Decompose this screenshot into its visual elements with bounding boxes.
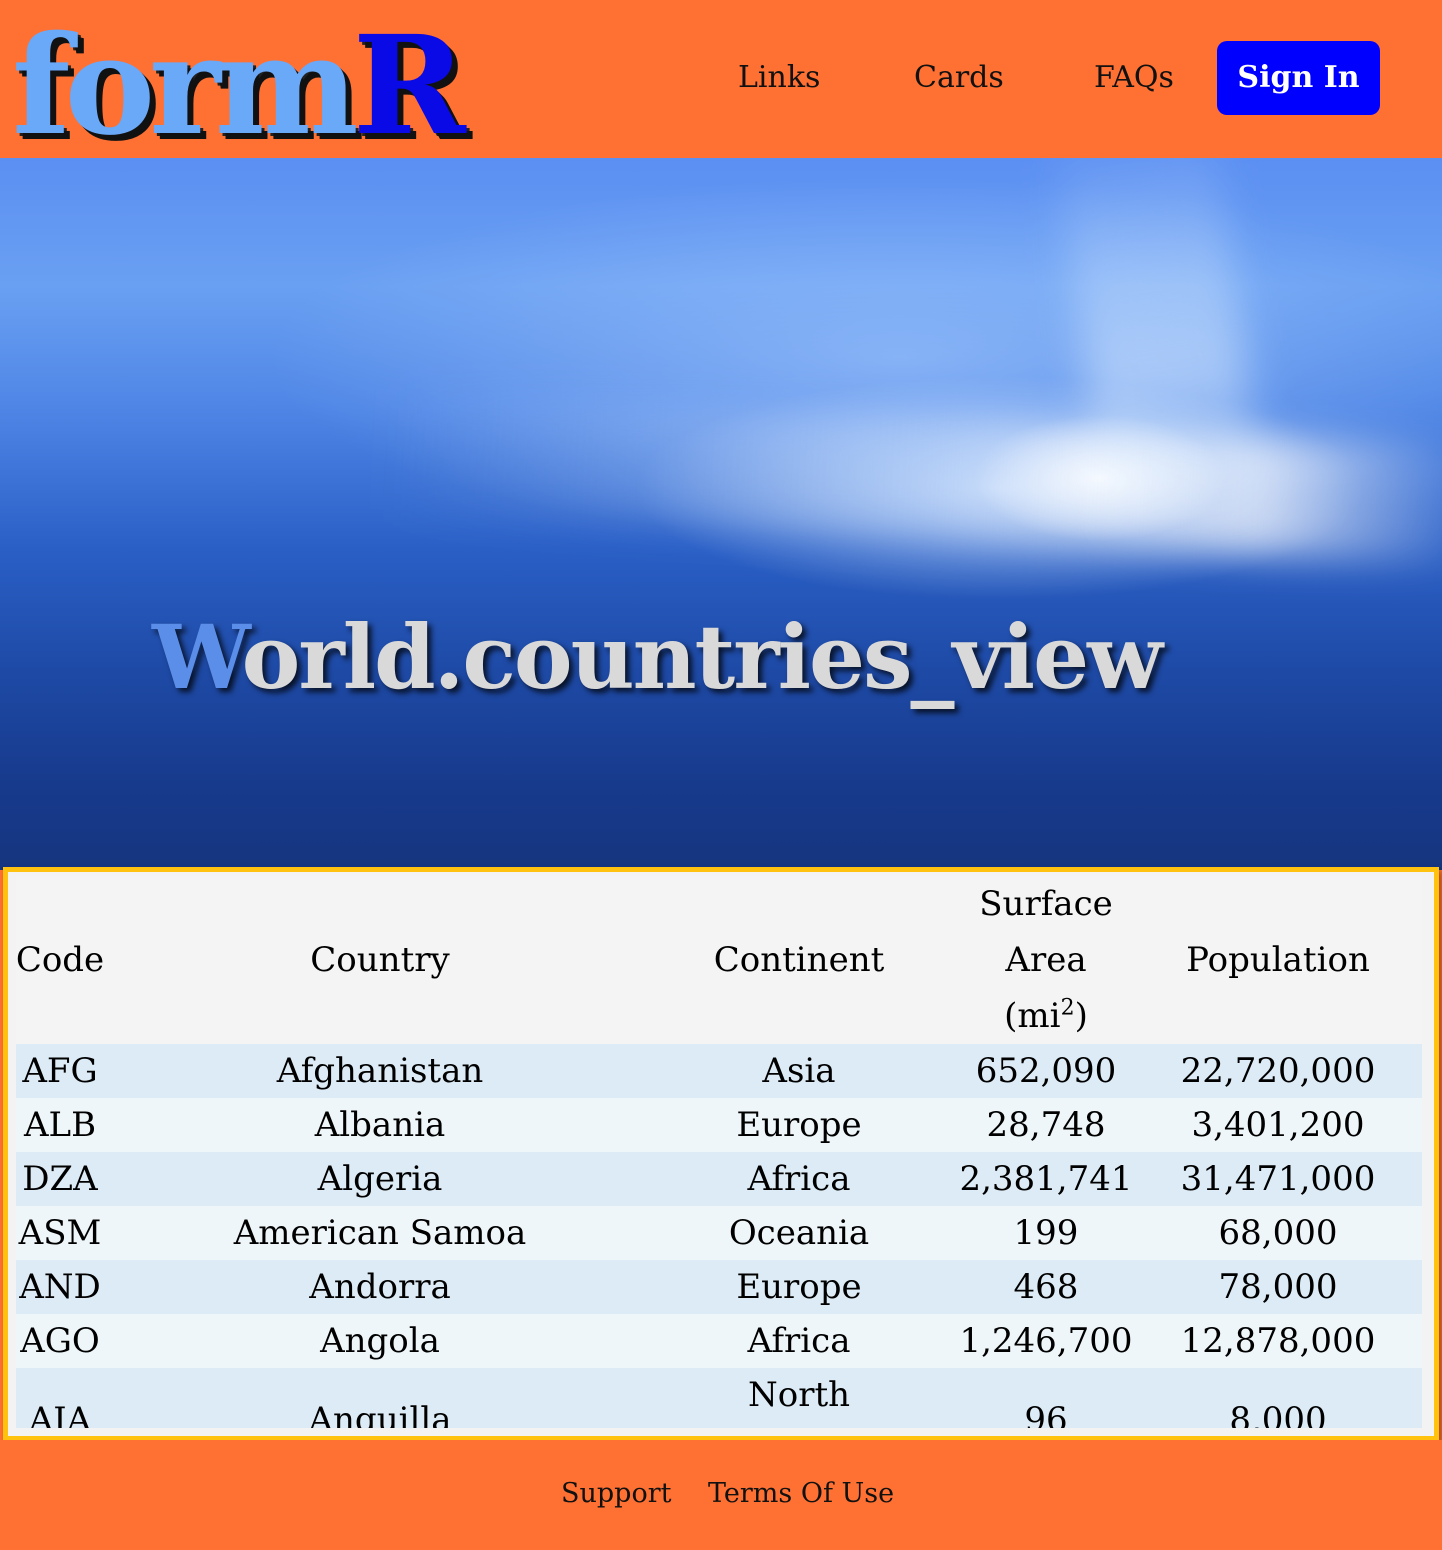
cell-code: AIA	[28, 1400, 92, 1428]
column-header-code[interactable]: Code	[16, 876, 120, 1044]
nav-cards-link[interactable]: Cards	[914, 50, 1004, 106]
column-header-population[interactable]: Population	[1134, 876, 1422, 1044]
cell-country: Andorra	[309, 1267, 451, 1307]
cell-population: 68,000	[1218, 1213, 1338, 1253]
countries-table-scroll-area[interactable]: Code Country Continent Surface Area (mi2…	[16, 876, 1422, 1428]
table-row[interactable]: AIA Anguilla North America 96 8,000	[16, 1368, 1422, 1428]
cell-continent: North America	[727, 1375, 870, 1428]
cell-code: DZA	[22, 1159, 98, 1199]
cell-continent: Oceania	[728, 1213, 870, 1253]
table-row[interactable]: DZA Algeria Africa 2,381,741 31,471,000	[16, 1152, 1422, 1206]
cell-code: AFG	[22, 1051, 98, 1091]
hero-banner: World.countries_view	[0, 158, 1442, 870]
formr-logo[interactable]: form R	[12, 4, 466, 166]
cell-population: 78,000	[1218, 1267, 1338, 1307]
cell-population: 12,878,000	[1180, 1321, 1376, 1361]
column-header-surface-area[interactable]: Surface Area (mi2)	[958, 876, 1134, 1044]
cell-country: Angola	[320, 1321, 440, 1361]
cell-code: AND	[19, 1267, 101, 1307]
cell-code: AGO	[20, 1321, 100, 1361]
site-header: form R Links Cards FAQs Sign In	[0, 0, 1442, 158]
cell-population: 3,401,200	[1191, 1105, 1365, 1145]
footer-terms-link[interactable]: Terms Of Use	[708, 1478, 894, 1509]
unit-exponent: 2	[1060, 995, 1075, 1021]
nav-faqs-link[interactable]: FAQs	[1094, 50, 1174, 106]
table-row[interactable]: ALB Albania Europe 28,748 3,401,200	[16, 1098, 1422, 1152]
cell-code: ASM	[18, 1213, 102, 1253]
cell-continent: Europe	[736, 1267, 862, 1307]
cell-continent: Asia	[762, 1051, 836, 1091]
cell-continent: Africa	[747, 1321, 851, 1361]
cell-surface-area: 96	[1024, 1400, 1068, 1428]
cell-surface-area: 199	[1013, 1213, 1079, 1253]
cell-surface-area: 1,246,700	[959, 1321, 1133, 1361]
table-header-row: Code Country Continent Surface Area (mi2…	[16, 876, 1422, 1044]
nav-links-link[interactable]: Links	[738, 50, 820, 106]
page-title: World.countries_view	[152, 613, 1163, 701]
page-title-initial: W	[152, 605, 244, 709]
logo-text-main: form	[12, 6, 359, 166]
cell-country: Algeria	[317, 1159, 443, 1199]
countries-table-panel: Code Country Continent Surface Area (mi2…	[3, 867, 1439, 1441]
surface-area-label: Surface Area	[979, 884, 1113, 980]
table-row[interactable]: AGO Angola Africa 1,246,700 12,878,000	[16, 1314, 1422, 1368]
site-footer: Support Terms Of Use	[0, 1440, 1442, 1550]
hero-glare-decoration	[377, 389, 1442, 567]
page-title-rest: orld.countries_view	[241, 605, 1163, 709]
sign-in-button[interactable]: Sign In	[1217, 41, 1380, 115]
page: form R Links Cards FAQs Sign In World.cou…	[0, 0, 1442, 1550]
countries-table: Code Country Continent Surface Area (mi2…	[16, 876, 1422, 1428]
cell-country: Albania	[314, 1105, 446, 1145]
footer-support-link[interactable]: Support	[561, 1478, 671, 1509]
column-header-continent[interactable]: Continent	[640, 876, 958, 1044]
table-body: AFG Afghanistan Asia 652,090 22,720,000 …	[16, 1044, 1422, 1428]
cell-country: Afghanistan	[276, 1051, 484, 1091]
table-row[interactable]: AND Andorra Europe 468 78,000	[16, 1260, 1422, 1314]
cell-continent: Europe	[736, 1105, 862, 1145]
unit-open: (mi	[1004, 996, 1061, 1036]
cell-code: ALB	[23, 1105, 97, 1145]
cell-surface-area: 28,748	[986, 1105, 1106, 1145]
cell-country: American Samoa	[233, 1213, 527, 1253]
unit-close: )	[1074, 996, 1088, 1036]
column-header-country[interactable]: Country	[120, 876, 640, 1044]
cell-surface-area: 468	[1013, 1267, 1079, 1307]
logo-text-accent: R	[352, 6, 466, 166]
cell-population: 31,471,000	[1180, 1159, 1376, 1199]
table-row[interactable]: AFG Afghanistan Asia 652,090 22,720,000	[16, 1044, 1422, 1098]
table-row[interactable]: ASM American Samoa Oceania 199 68,000	[16, 1206, 1422, 1260]
surface-area-unit: (mi2)	[1004, 996, 1088, 1036]
cell-surface-area: 652,090	[975, 1051, 1117, 1091]
cell-country: Anguilla	[308, 1400, 452, 1428]
cell-population: 8,000	[1229, 1400, 1327, 1428]
cell-surface-area: 2,381,741	[959, 1159, 1133, 1199]
cell-continent: Africa	[747, 1159, 851, 1199]
cell-population: 22,720,000	[1180, 1051, 1376, 1091]
